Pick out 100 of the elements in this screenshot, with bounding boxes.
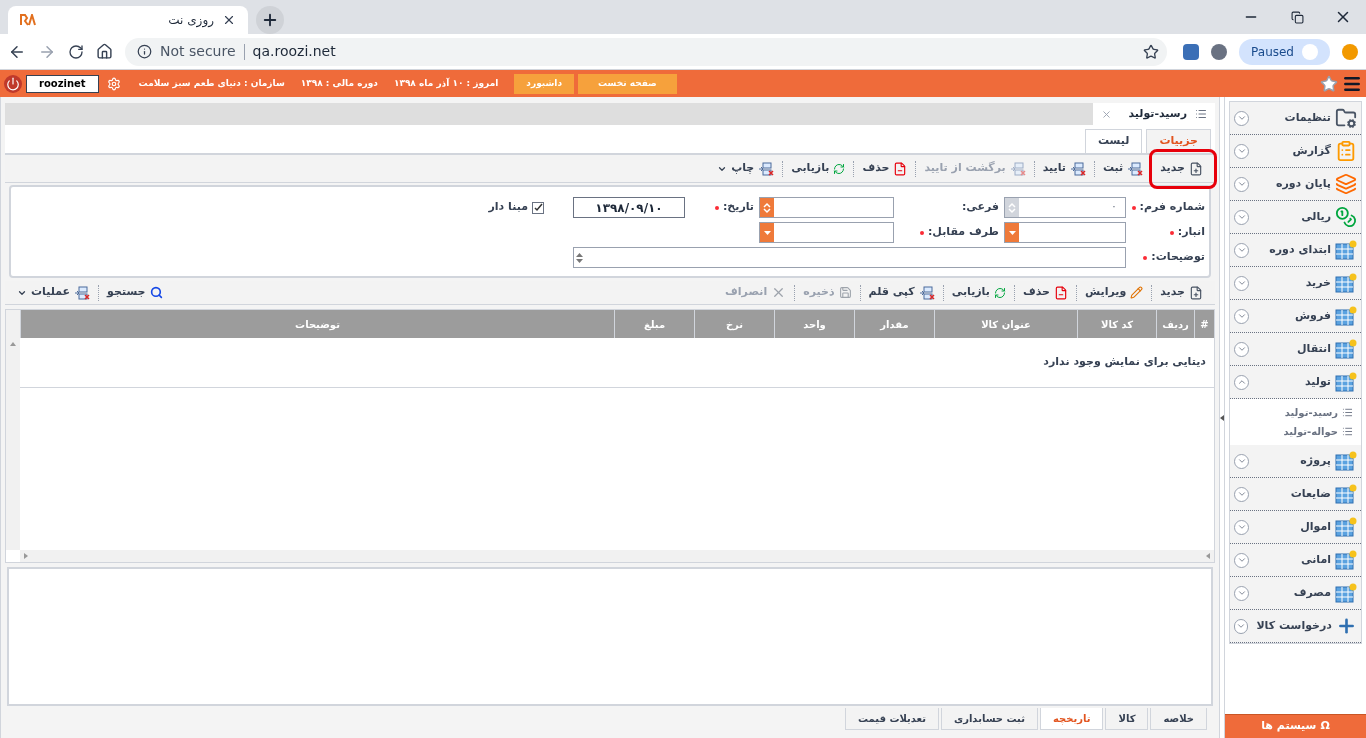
toolbar-button[interactable]: جدید: [1152, 282, 1211, 303]
file-minus-icon: [893, 161, 908, 176]
toolbar-button[interactable]: جدید: [1152, 158, 1211, 179]
checkbox-label: مبنا دار: [488, 199, 528, 216]
toolbar-button[interactable]: تایید: [1034, 158, 1094, 179]
sidebar-item[interactable]: امانی: [1230, 544, 1361, 577]
sidebar-subitem[interactable]: حواله-تولید: [1283, 424, 1338, 439]
date-field[interactable]: ۱۳۹۸/۰۹/۱۰: [573, 197, 685, 218]
sidebar-item[interactable]: گزارش: [1230, 135, 1361, 168]
scroll-up-icon[interactable]: [10, 342, 16, 346]
toolbar-button[interactable]: کپی قلم: [860, 282, 943, 303]
scrollbar[interactable]: [20, 550, 1214, 562]
dropdown-field[interactable]: [759, 222, 894, 243]
view-tab[interactable]: لیست: [1084, 129, 1143, 153]
toolbar-button[interactable]: بازیابی: [943, 282, 1014, 303]
expand-toggle[interactable]: [1234, 519, 1249, 535]
expand-toggle[interactable]: [1234, 585, 1249, 601]
profile-button[interactable]: Paused: [1239, 38, 1330, 65]
checkbox[interactable]: [532, 201, 544, 214]
caret-icon[interactable]: [763, 230, 771, 235]
extension-icon[interactable]: [1211, 43, 1228, 60]
toolbar-button[interactable]: ویرایش: [1076, 282, 1152, 303]
expand-toggle[interactable]: [1234, 242, 1249, 258]
scroll-right-icon[interactable]: [24, 553, 28, 559]
network-icon: [1069, 161, 1086, 176]
chevron-up-icon: [1236, 377, 1247, 387]
toolbar-button[interactable]: بازیابی: [783, 158, 854, 179]
expand-toggle[interactable]: [1234, 308, 1249, 324]
table-icon: [1335, 550, 1357, 570]
address-field[interactable]: Not secure qa.roozi.net: [125, 37, 1168, 66]
chevron-down-icon: [1236, 489, 1247, 499]
expand-toggle[interactable]: [1234, 486, 1249, 502]
expand-toggle[interactable]: [1234, 341, 1249, 357]
expand-toggle[interactable]: [1234, 176, 1249, 192]
expand-toggle[interactable]: [1234, 374, 1249, 390]
field-label: تاریخ:: [710, 199, 754, 216]
toolbar-button[interactable]: جستجو: [99, 282, 171, 303]
list-icon: [1195, 108, 1207, 120]
chevron-down-icon: [1236, 621, 1247, 631]
extension-icon[interactable]: [1183, 43, 1200, 60]
expand-toggle[interactable]: [1234, 453, 1249, 469]
expand-toggle[interactable]: [1234, 209, 1249, 225]
sidebar-item[interactable]: ریالی: [1230, 201, 1361, 234]
scroll-left-icon[interactable]: [1206, 553, 1210, 559]
settings-icon[interactable]: [106, 76, 121, 91]
caret-icon[interactable]: [1008, 230, 1016, 235]
toolbar-button[interactable]: حذف: [854, 158, 916, 179]
new-file-icon: [1189, 285, 1203, 300]
sidebar-item[interactable]: مصرف: [1230, 577, 1361, 610]
network-icon: [918, 285, 935, 300]
number-field[interactable]: [759, 197, 894, 218]
spin-arrows-icon[interactable]: [575, 251, 583, 264]
dropdown-field[interactable]: [1004, 222, 1126, 243]
expand-toggle[interactable]: [1234, 552, 1249, 568]
bookmark-star-icon[interactable]: [1143, 43, 1160, 60]
update-icon[interactable]: [1342, 43, 1358, 60]
table-icon: [1335, 273, 1357, 293]
home-icon[interactable]: [96, 43, 113, 60]
restore-icon[interactable]: [1290, 10, 1304, 24]
reload-icon[interactable]: [68, 43, 84, 60]
scrollbar[interactable]: [6, 310, 20, 550]
bottom-tab[interactable]: تعدیلات قیمت: [845, 708, 939, 730]
expand-toggle[interactable]: [1234, 110, 1249, 126]
sidebar-item[interactable]: خرید: [1230, 267, 1361, 300]
chevron-down-icon: [1236, 278, 1247, 288]
sidebar-item[interactable]: فروش: [1230, 300, 1361, 333]
bottom-tab[interactable]: خلاصه: [1150, 708, 1207, 730]
info-icon[interactable]: [137, 44, 152, 59]
sidebar-item[interactable]: پایان دوره: [1230, 168, 1361, 201]
bottom-tab[interactable]: کالا: [1105, 708, 1149, 730]
toolbar-button[interactable]: عملیات: [9, 282, 99, 303]
network-icon: [74, 285, 91, 300]
sidebar-item[interactable]: ضایعات: [1230, 478, 1361, 511]
new-tab-button[interactable]: [256, 6, 284, 34]
sidebar-item[interactable]: تنظیمات: [1230, 102, 1361, 135]
toolbar-button[interactable]: حذف: [1014, 282, 1076, 303]
power-icon[interactable]: [4, 74, 22, 93]
sidebar-item[interactable]: پروژه: [1230, 445, 1361, 478]
expand-toggle[interactable]: [1234, 275, 1249, 291]
toolbar-button[interactable]: ثبت: [1094, 158, 1152, 179]
sidebar-subitem[interactable]: رسید-تولید: [1284, 405, 1338, 420]
bottom-tab[interactable]: تاریخچه: [1039, 708, 1104, 730]
sidebar-item[interactable]: ابتدای دوره: [1230, 234, 1361, 267]
network-icon: [1009, 161, 1026, 176]
username-field: roozinet: [26, 74, 99, 93]
field-label: شماره فرم:: [1127, 199, 1205, 216]
spin-arrows-icon[interactable]: [760, 198, 774, 217]
sidebar-item[interactable]: انتقال: [1230, 333, 1361, 366]
description-field[interactable]: [573, 247, 1126, 268]
chevron-down-icon: [1236, 344, 1247, 354]
expand-toggle[interactable]: [1234, 143, 1249, 159]
close-icon[interactable]: [222, 13, 236, 27]
bottom-tab[interactable]: ثبت حسابداری: [941, 708, 1038, 730]
sidebar-item[interactable]: اموال: [1230, 511, 1361, 544]
star-icon[interactable]: [1320, 74, 1338, 93]
toolbar-button[interactable]: چاپ: [709, 158, 783, 179]
sidebar-item[interactable]: درخواست کالا: [1230, 610, 1361, 643]
browser-tab[interactable]: روزی نت: [8, 6, 248, 34]
document-tab[interactable]: رسید-تولید: [1093, 103, 1215, 125]
expand-toggle[interactable]: [1234, 618, 1249, 634]
